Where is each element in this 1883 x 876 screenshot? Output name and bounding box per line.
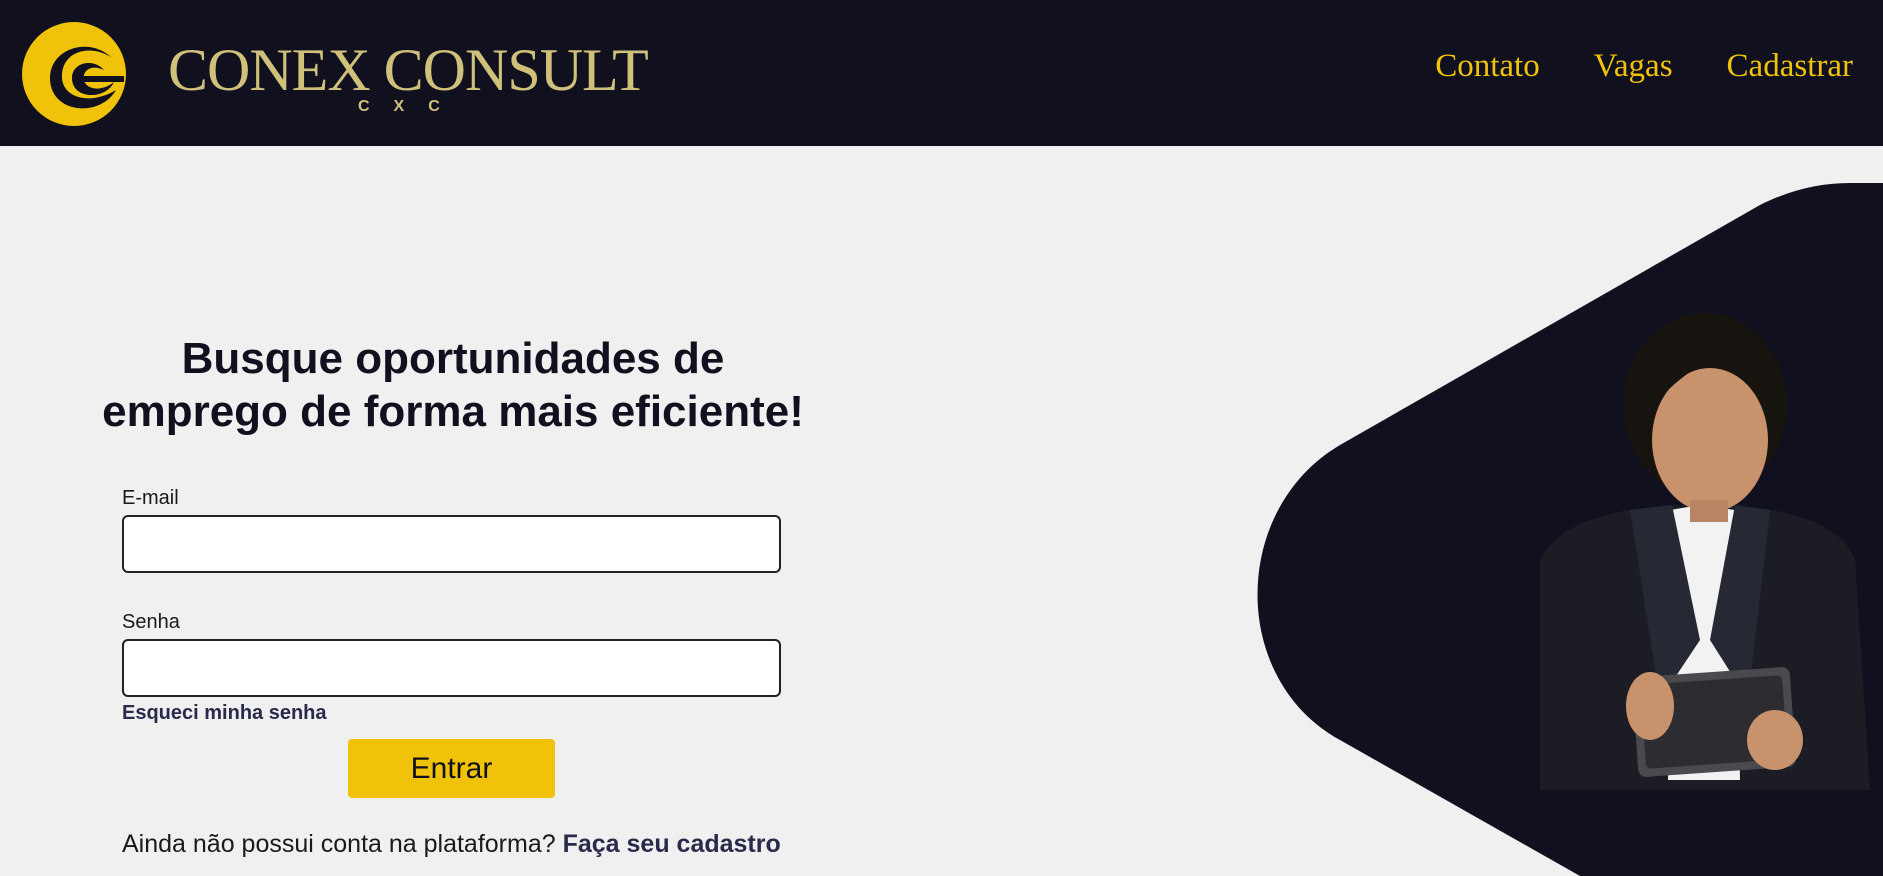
password-field[interactable] [122, 639, 781, 697]
password-label: Senha [122, 611, 180, 633]
signup-link[interactable]: Faça seu cadastro [563, 830, 781, 858]
signup-row: Ainda não possui conta na plataforma? Fa… [122, 830, 781, 859]
site-header: CONEX CONSULT CXC Contato Vagas Cadastra… [0, 0, 1883, 146]
nav-contato[interactable]: Contato [1435, 48, 1540, 85]
email-label: E-mail [122, 487, 179, 509]
headline-line-2: emprego de forma mais eficiente! [102, 387, 804, 436]
brand-name: CONEX CONSULT [168, 37, 649, 103]
nav-cadastrar[interactable]: Cadastrar [1727, 48, 1853, 85]
forgot-password-link[interactable]: Esqueci minha senha [122, 702, 327, 725]
enter-button[interactable]: Entrar [348, 739, 555, 798]
conex-logo-icon[interactable] [20, 18, 132, 128]
hero-dark-shape [1257, 183, 1883, 876]
businesswoman-tablet-photo [1540, 313, 1870, 790]
email-field[interactable] [122, 515, 781, 573]
headline-line-1: Busque oportunidades de [181, 334, 725, 383]
main-nav: Contato Vagas Cadastrar [1435, 48, 1853, 85]
signup-prompt: Ainda não possui conta na plataforma? [122, 830, 556, 858]
page-headline: Busque oportunidades de emprego de forma… [80, 332, 826, 438]
brand-subtitle: CXC [358, 98, 464, 115]
nav-vagas[interactable]: Vagas [1594, 48, 1673, 85]
